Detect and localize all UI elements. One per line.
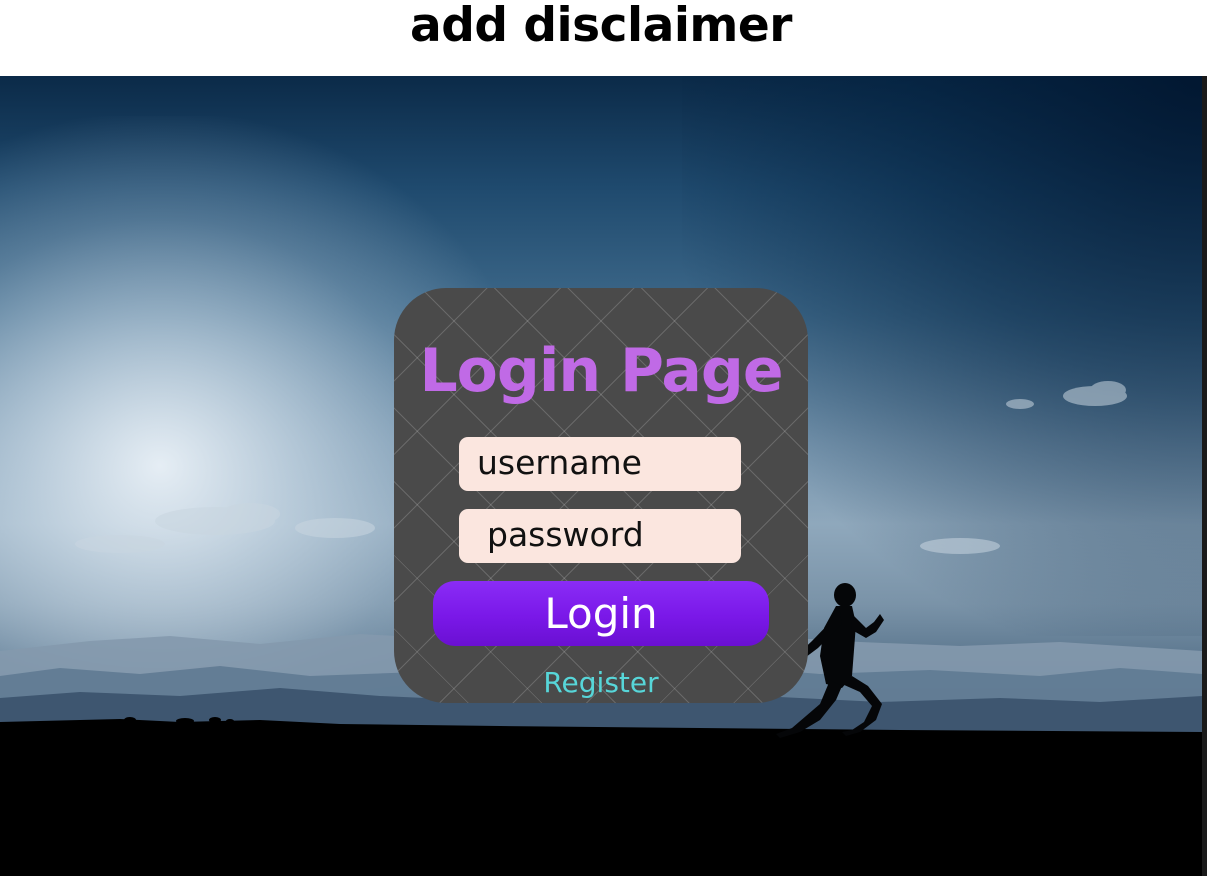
ground [0, 719, 1202, 876]
scrollbar[interactable] [1202, 76, 1207, 876]
login-card: Login Page Login Register [394, 288, 808, 703]
username-field[interactable] [459, 437, 741, 491]
hero-background: Login Page Login Register [0, 76, 1202, 876]
page-title: add disclaimer [410, 0, 792, 53]
page: add disclaimer Login Page username passw… [0, 0, 1207, 894]
page-footer [0, 876, 1207, 894]
login-title: Login Page [419, 336, 783, 406]
password-field[interactable] [459, 509, 741, 563]
page-header: add disclaimer [0, 0, 1202, 76]
register-link[interactable]: Register [394, 666, 808, 700]
login-button[interactable]: Login [433, 581, 769, 646]
